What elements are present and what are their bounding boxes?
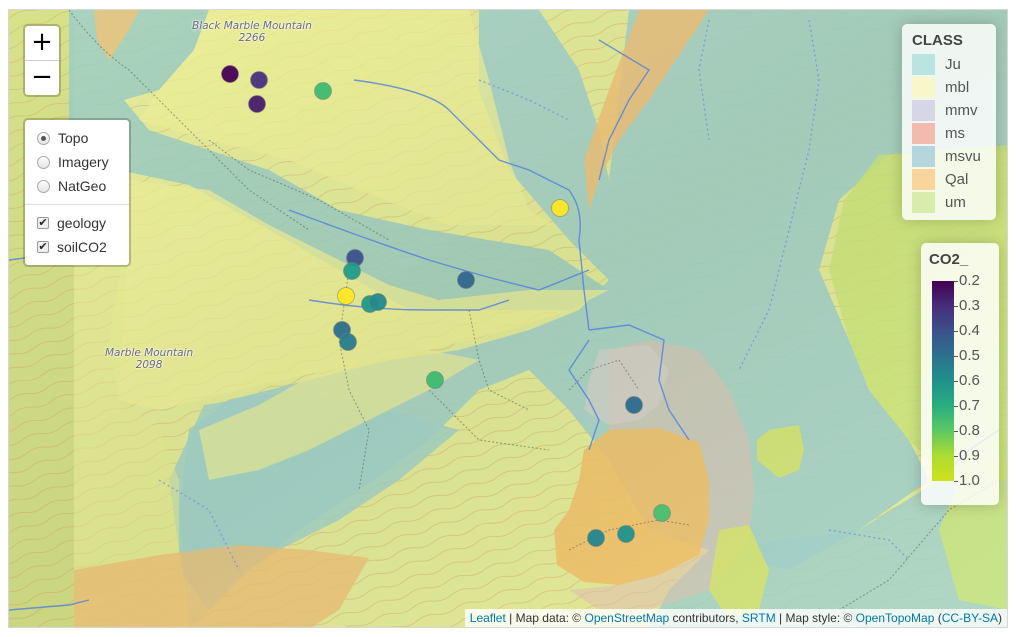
- zoom-out-button[interactable]: −: [25, 61, 59, 95]
- soilco2-point[interactable]: [337, 287, 355, 305]
- legend-swatch: [912, 146, 935, 167]
- co2-legend: CO2_ 0.2 0.3 0.4 0.5 0.6 0.7 0.8 0.9 1.0: [921, 243, 999, 505]
- legend-item-mmv: mmv: [912, 99, 986, 122]
- soilco2-point[interactable]: [625, 396, 643, 414]
- soilco2-point[interactable]: [369, 293, 387, 311]
- overlay-soilco2[interactable]: ✔ soilCO2: [33, 235, 119, 259]
- radio-imagery[interactable]: [37, 155, 50, 169]
- soilco2-point[interactable]: [221, 65, 239, 83]
- srtm-link[interactable]: SRTM: [742, 611, 776, 625]
- co2-tick-label: 0.7: [954, 398, 980, 414]
- zoom-in-button[interactable]: +: [25, 26, 59, 61]
- co2-tick-label: 0.3: [954, 298, 980, 314]
- legend-label: ms: [945, 125, 965, 142]
- legend-item-qal: Qal: [912, 168, 986, 191]
- legend-item-msvu: msvu: [912, 145, 986, 168]
- checkbox-soilco2[interactable]: ✔: [37, 241, 49, 253]
- soilco2-point[interactable]: [339, 333, 357, 351]
- base-layer-imagery[interactable]: Imagery: [33, 150, 119, 174]
- soilco2-point[interactable]: [653, 504, 671, 522]
- base-layer-label: NatGeo: [58, 178, 107, 194]
- soilco2-point[interactable]: [426, 371, 444, 389]
- legend-swatch: [912, 100, 935, 121]
- attribution-text: | Map style: ©: [775, 611, 856, 625]
- legend-swatch: [912, 54, 935, 75]
- soilco2-point[interactable]: [250, 71, 268, 89]
- radio-topo[interactable]: [37, 131, 50, 145]
- co2-tick-label: 0.5: [954, 348, 980, 364]
- co2-tick-label: 1.0: [954, 473, 980, 489]
- leaflet-link[interactable]: Leaflet: [470, 611, 506, 625]
- co2-tick-label: 0.8: [954, 423, 980, 439]
- co2-tick-label: 0.2: [954, 273, 980, 289]
- soilco2-point[interactable]: [587, 529, 605, 547]
- checkbox-geology[interactable]: ✔: [37, 217, 49, 229]
- overlay-label: geology: [57, 215, 107, 231]
- layers-separator: [25, 204, 129, 205]
- legend-swatch: [912, 77, 935, 98]
- legend-swatch: [912, 169, 935, 190]
- legend-swatch: [912, 123, 935, 144]
- legend-item-ms: ms: [912, 122, 986, 145]
- overlay-label: soilCO2: [57, 239, 107, 255]
- legend-swatch: [912, 192, 935, 213]
- legend-label: Ju: [945, 56, 961, 73]
- legend-label: Qal: [945, 171, 969, 188]
- soilco2-point[interactable]: [617, 525, 635, 543]
- co2-tick-label: 0.9: [954, 448, 980, 464]
- legend-label: um: [945, 194, 966, 211]
- soilco2-layer: [221, 65, 671, 547]
- legend-item-um: um: [912, 191, 986, 214]
- base-layer-label: Imagery: [58, 154, 109, 170]
- openstreetmap-link[interactable]: OpenStreetMap: [584, 611, 669, 625]
- layers-control: Topo Imagery NatGeo ✔ geology ✔ soilCO2: [23, 118, 131, 267]
- attribution-text: ): [998, 611, 1002, 625]
- legend-label: mbl: [945, 79, 970, 96]
- license-link[interactable]: CC-BY-SA: [942, 611, 998, 625]
- attribution-text: (: [934, 611, 942, 625]
- soilco2-point[interactable]: [551, 199, 569, 217]
- base-layer-topo[interactable]: Topo: [33, 126, 119, 150]
- soilco2-point[interactable]: [343, 262, 361, 280]
- soilco2-point[interactable]: [314, 82, 332, 100]
- legend-title: CO2_: [929, 251, 969, 268]
- legend-label: mmv: [945, 102, 978, 119]
- attribution-text: contributors,: [669, 611, 742, 625]
- opentopomap-link[interactable]: OpenTopoMap: [856, 611, 935, 625]
- zoom-control: + −: [23, 24, 61, 97]
- attribution-text: | Map data: ©: [505, 611, 585, 625]
- overlay-geology[interactable]: ✔ geology: [33, 211, 119, 235]
- co2-colorbar: [932, 281, 954, 481]
- legend-item-mbl: mbl: [912, 76, 986, 99]
- class-legend: CLASS Ju mbl mmv ms msvu Qal um: [902, 24, 996, 220]
- legend-title: CLASS: [912, 32, 963, 49]
- radio-natgeo[interactable]: [37, 179, 50, 193]
- soilco2-point[interactable]: [248, 95, 266, 113]
- co2-tick-label: 0.4: [954, 323, 980, 339]
- legend-item-ju: Ju: [912, 53, 986, 76]
- soilco2-point[interactable]: [457, 271, 475, 289]
- base-layer-label: Topo: [58, 130, 89, 146]
- base-layer-natgeo[interactable]: NatGeo: [33, 174, 119, 198]
- attribution: Leaflet | Map data: © OpenStreetMap cont…: [464, 609, 1007, 627]
- legend-label: msvu: [945, 148, 981, 165]
- co2-tick-label: 0.6: [954, 373, 980, 389]
- map-container[interactable]: Black Marble Mountain 2266 Marble Mounta…: [8, 9, 1008, 628]
